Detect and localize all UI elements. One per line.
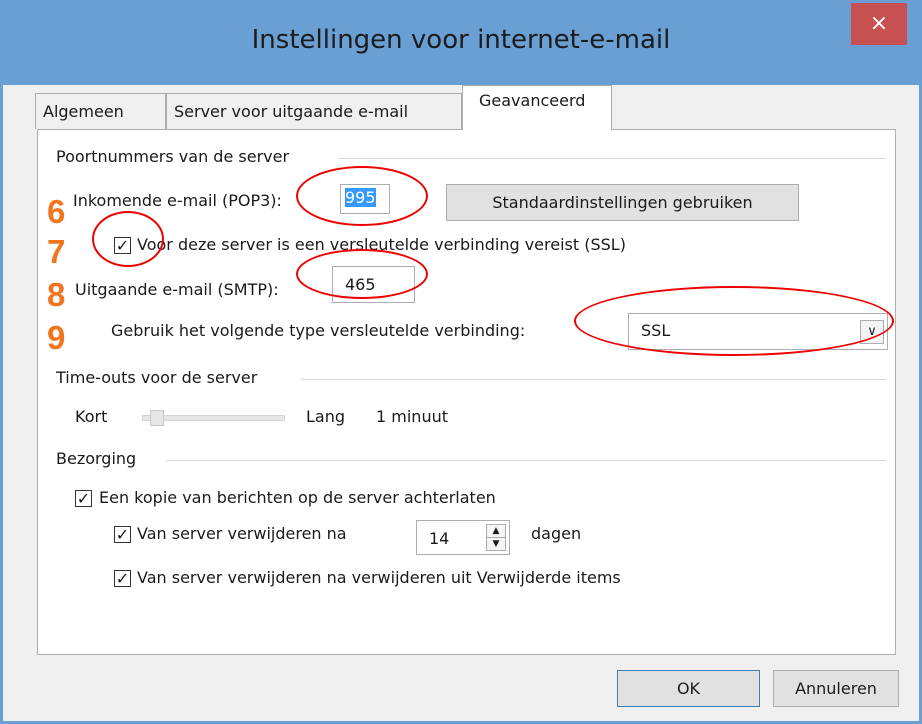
- tab-server-uitgaande[interactable]: Server voor uitgaande e-mail: [166, 93, 462, 129]
- stepper-up-icon[interactable]: ▲: [486, 524, 506, 538]
- tab-panel-geavanceerd: Poortnummers van de server Inkomende e-m…: [37, 129, 896, 655]
- tab-algemeen[interactable]: Algemeen: [35, 93, 166, 129]
- title-bar: Instellingen voor internet-e-mail ×: [3, 3, 919, 85]
- days-unit-label: dagen: [531, 524, 582, 543]
- section-ports-divider: [338, 158, 886, 159]
- stepper-down-icon[interactable]: ▼: [486, 537, 506, 551]
- days-value: 14: [429, 529, 450, 548]
- remove-when-deleted-label: Van server verwijderen na verwijderen ui…: [137, 568, 621, 587]
- annotation-7: 7: [47, 233, 66, 270]
- highlight-ring-outgoing: [296, 249, 428, 299]
- timeout-slider-thumb[interactable]: [150, 410, 164, 426]
- incoming-port-label: Inkomende e-mail (POP3):: [73, 191, 282, 210]
- remove-after-checkbox[interactable]: ✓: [114, 526, 131, 543]
- remove-when-deleted-checkbox[interactable]: ✓: [114, 570, 131, 587]
- highlight-ring-encryption: [574, 286, 894, 356]
- ok-button[interactable]: OK: [617, 670, 760, 707]
- outgoing-port-label: Uitgaande e-mail (SMTP):: [75, 280, 279, 299]
- dialog-body: Algemeen Server voor uitgaande e-mail Ge…: [3, 85, 919, 721]
- tab-geavanceerd[interactable]: Geavanceerd: [462, 85, 612, 130]
- section-ports-heading: Poortnummers van de server: [56, 147, 290, 166]
- section-delivery-heading: Bezorging: [56, 449, 137, 468]
- dialog-title: Instellingen voor internet-e-mail: [251, 25, 671, 55]
- leave-copy-label: Een kopie van berichten op de server ach…: [99, 488, 496, 507]
- dialog-window: Instellingen voor internet-e-mail × Alge…: [0, 0, 922, 724]
- remove-after-label: Van server verwijderen na: [137, 524, 347, 543]
- leave-copy-checkbox[interactable]: ✓: [75, 490, 92, 507]
- highlight-ring-ssl: [92, 211, 164, 267]
- timeout-value: 1 minuut: [376, 407, 448, 426]
- section-timeouts-divider: [301, 379, 886, 380]
- section-timeouts-heading: Time-outs voor de server: [56, 368, 258, 387]
- days-stepper[interactable]: 14 ▲ ▼: [416, 520, 510, 555]
- timeout-long-label: Lang: [306, 407, 346, 426]
- annotation-6: 6: [47, 193, 66, 230]
- section-delivery-divider: [166, 460, 886, 461]
- use-defaults-button[interactable]: Standaardinstellingen gebruiken: [446, 184, 799, 221]
- close-button[interactable]: ×: [851, 3, 907, 45]
- highlight-ring-incoming: [296, 166, 428, 226]
- annotation-9: 9: [47, 319, 66, 356]
- cancel-button[interactable]: Annuleren: [773, 670, 899, 707]
- encryption-type-label: Gebruik het volgende type versleutelde v…: [111, 321, 526, 340]
- annotation-8: 8: [47, 276, 66, 313]
- timeout-short-label: Kort: [75, 407, 108, 426]
